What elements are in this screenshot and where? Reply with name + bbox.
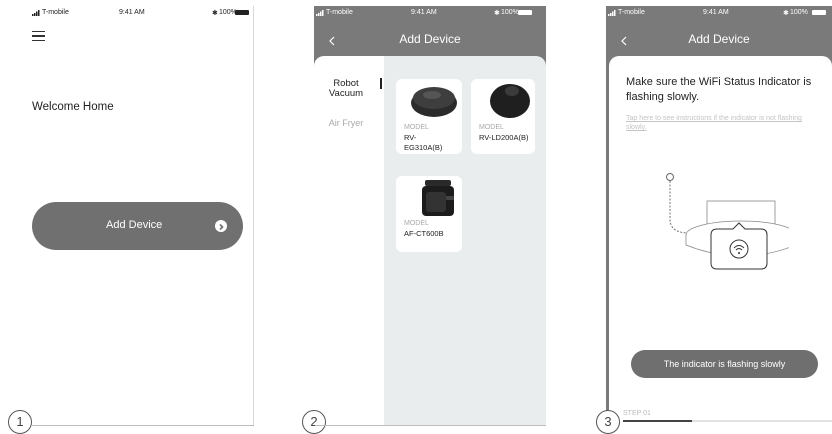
robot-wifi-illustration [666, 173, 789, 270]
signal-icon [32, 10, 40, 16]
model-label: MODEL [404, 124, 429, 131]
add-device-button[interactable]: Add Device [32, 202, 243, 250]
air-fryer-image [422, 180, 454, 216]
bluetooth-icon: ✱ [783, 10, 789, 17]
arrow-right-icon [215, 220, 227, 232]
category-sidebar: Robot Vacuum Air Fryer [314, 56, 384, 426]
battery-percent: 100% [790, 9, 808, 16]
step-label: STEP 01 [623, 410, 651, 417]
clock: 9:41 AM [411, 9, 437, 16]
step-number-3: 3 [596, 410, 620, 434]
status-bar: T-mobile 9:41 AM ✱ 100% [30, 6, 253, 20]
step-number-1: 1 [8, 410, 32, 434]
device-card-af-ct600b[interactable]: MODEL AF-CT600B [396, 176, 462, 252]
help-link[interactable]: Tap here to see instructions if the indi… [626, 114, 806, 132]
step-progress-track [623, 420, 832, 422]
welcome-heading: Welcome Home [32, 101, 114, 113]
category-selected-indicator [380, 78, 382, 89]
model-label: MODEL [479, 124, 504, 131]
battery-icon [812, 10, 826, 15]
page-title: Add Device [399, 32, 461, 46]
device-card-rv-ld200a[interactable]: MODEL RV-LD200A(B) [471, 79, 535, 154]
screen-2-add-device: T-mobile 9:41 AM ✱ 100% Add Device Robot… [314, 6, 546, 426]
model-value: RV-LD200A(B) [479, 133, 529, 142]
bluetooth-icon: ✱ [212, 10, 218, 17]
robot-vacuum-image [411, 87, 457, 117]
status-bar: T-mobile 9:41 AM ✱ 100% [606, 6, 832, 20]
page-title: Add Device [688, 32, 750, 46]
carrier: T-mobile [618, 9, 645, 16]
device-grid: MODEL RV-EG310A(B) MODEL RV-LD200A(B) MO… [384, 56, 546, 426]
divider [315, 425, 546, 426]
screen-1-home: T-mobile 9:41 AM ✱ 100% Welcome Home Add… [30, 6, 254, 426]
status-bar: T-mobile 9:41 AM ✱ 100% [314, 6, 546, 20]
model-value: AF-CT600B [404, 229, 444, 238]
category-air-fryer[interactable]: Air Fryer [324, 118, 368, 128]
signal-icon [316, 10, 324, 16]
carrier: T-mobile [326, 9, 353, 16]
add-device-label: Add Device [106, 219, 163, 231]
category-robot-vacuum[interactable]: Robot Vacuum [320, 79, 372, 99]
indicator-flashing-button[interactable]: The indicator is flashing slowly [631, 350, 818, 378]
carrier: T-mobile [42, 9, 69, 16]
instruction-heading: Make sure the WiFi Status Indicator is f… [626, 76, 812, 103]
battery-icon [235, 10, 249, 15]
screen-3-wifi-indicator: T-mobile 9:41 AM ✱ 100% Add Device Make … [606, 6, 832, 426]
divider [31, 425, 254, 426]
battery-icon [518, 10, 532, 15]
battery-percent: 100% [501, 9, 519, 16]
model-label: MODEL [404, 220, 429, 227]
device-card-rv-eg310a[interactable]: MODEL RV-EG310A(B) [396, 79, 462, 154]
model-value: RV-EG310A(B) [404, 133, 443, 152]
clock: 9:41 AM [119, 9, 145, 16]
step-progress-fill [623, 420, 692, 422]
clock: 9:41 AM [703, 9, 729, 16]
menu-icon[interactable] [32, 30, 45, 41]
content-card: Make sure the WiFi Status Indicator is f… [609, 56, 832, 426]
robot-vacuum-image [490, 84, 530, 118]
signal-icon [608, 10, 616, 16]
bluetooth-icon: ✱ [494, 10, 500, 17]
step-number-2: 2 [302, 410, 326, 434]
